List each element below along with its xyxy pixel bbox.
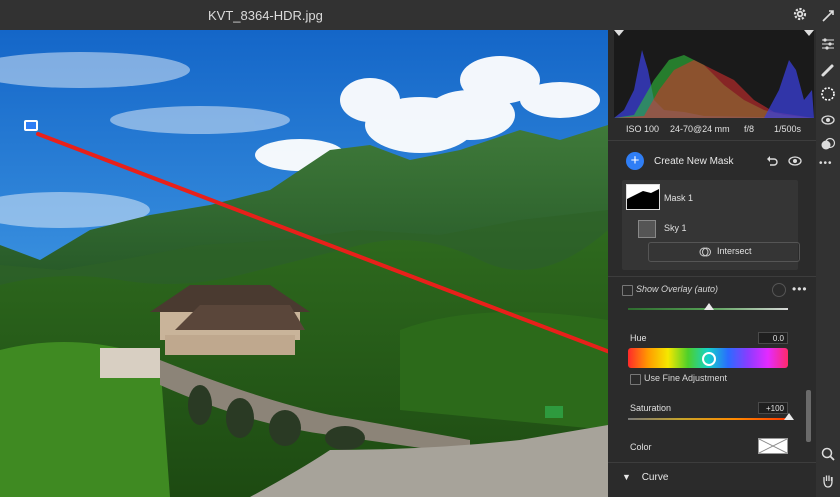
overlay-color-button[interactable] [772, 283, 786, 297]
mask-list: Mask 1 Sky 1 Intersect [622, 180, 800, 270]
more-icon[interactable]: ••• [792, 282, 808, 296]
panel-scrollbar[interactable] [806, 390, 811, 442]
exif-info: ISO 100 24-70@24 mm f/8 1/500s [608, 122, 816, 138]
hand-icon[interactable] [820, 472, 836, 488]
eye-icon[interactable] [788, 155, 802, 167]
exif-iso: ISO 100 [626, 124, 660, 134]
saturation-label: Saturation [630, 403, 672, 413]
title-bar: KVT_8364-HDR.jpg [0, 0, 840, 30]
tool-strip: ••• [816, 0, 840, 497]
create-mask-label: Create New Mask [654, 156, 734, 167]
brush-icon[interactable] [820, 62, 836, 78]
curve-section[interactable]: ▼ Curve [622, 472, 668, 483]
fine-adjust-label: Use Fine Adjustment [644, 373, 728, 383]
edit-icon[interactable] [820, 8, 836, 24]
saturation-slider[interactable] [628, 418, 788, 420]
curve-label: Curve [641, 472, 669, 483]
exif-shutter: 1/500s [774, 124, 802, 134]
color-label: Color [630, 442, 652, 452]
photo-canvas[interactable] [0, 30, 608, 497]
slider-handle[interactable] [704, 303, 714, 310]
more-tools-icon[interactable]: ••• [819, 158, 833, 169]
window-title: KVT_8364-HDR.jpg [208, 8, 323, 23]
intersect-label: Intersect [717, 246, 752, 256]
image-icon[interactable] [24, 120, 38, 131]
intersect-icon [699, 247, 711, 257]
exif-lens: 24-70@24 mm [670, 124, 730, 134]
divider [608, 276, 816, 277]
redeye-icon[interactable] [820, 112, 836, 128]
hue-handle[interactable] [702, 352, 716, 366]
histogram [614, 30, 814, 118]
create-mask-button[interactable]: + [626, 152, 644, 170]
mask1-thumbnail[interactable] [626, 184, 660, 210]
exif-aperture: f/8 [744, 124, 755, 134]
hue-label: Hue [630, 333, 647, 343]
fine-adjust-checkbox[interactable] [630, 374, 641, 385]
mask-header: + Create New Mask [618, 152, 808, 172]
presets-icon[interactable] [820, 136, 836, 152]
gear-icon[interactable] [792, 6, 808, 22]
saturation-handle[interactable] [784, 413, 794, 420]
zoom-icon[interactable] [820, 446, 836, 462]
mask-icon[interactable] [820, 86, 836, 102]
overlay-row: Show Overlay (auto) ••• [608, 280, 816, 300]
sky-label[interactable]: Sky 1 [664, 223, 687, 233]
hue-value-field[interactable]: 0.0 [758, 332, 788, 344]
show-overlay-checkbox[interactable] [622, 285, 633, 296]
sky-thumbnail[interactable] [638, 220, 656, 238]
sliders-icon[interactable] [820, 36, 836, 52]
mask1-label[interactable]: Mask 1 [664, 193, 693, 203]
divider [608, 462, 816, 463]
intersect-button[interactable]: Intersect [648, 242, 800, 262]
divider [608, 140, 816, 141]
edit-panel: ISO 100 24-70@24 mm f/8 1/500s + Create … [608, 30, 816, 497]
chevron-down-icon: ▼ [622, 472, 631, 482]
color-swatch[interactable] [758, 438, 788, 454]
show-overlay-label: Show Overlay (auto) [636, 284, 719, 294]
undo-icon[interactable] [766, 155, 778, 167]
